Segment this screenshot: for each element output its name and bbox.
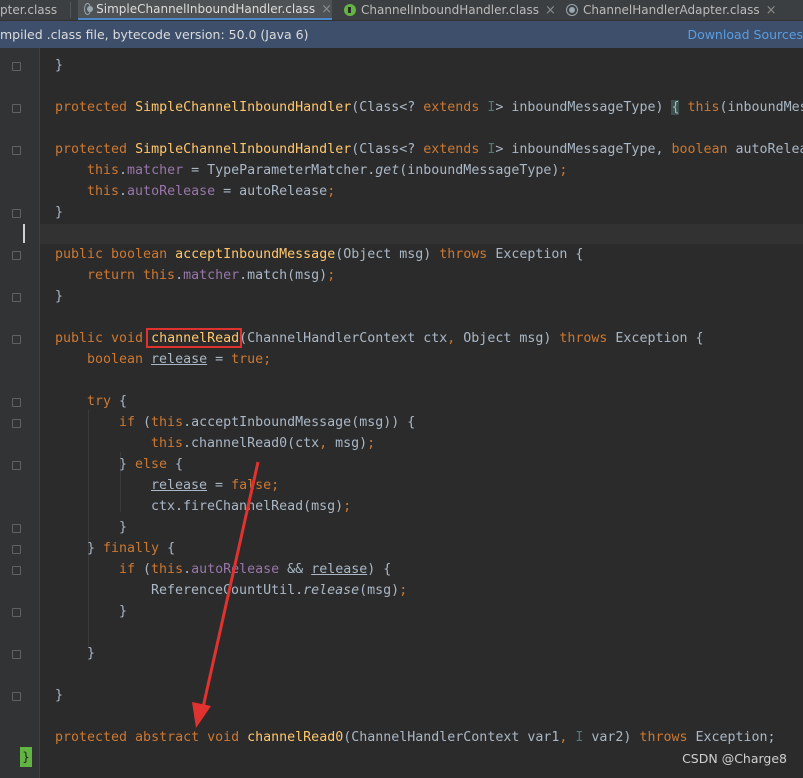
brace-gutter-marker: } (20, 747, 32, 767)
watermark: CSDN @Charge8 (682, 751, 787, 766)
annotation-arrow (192, 461, 260, 728)
